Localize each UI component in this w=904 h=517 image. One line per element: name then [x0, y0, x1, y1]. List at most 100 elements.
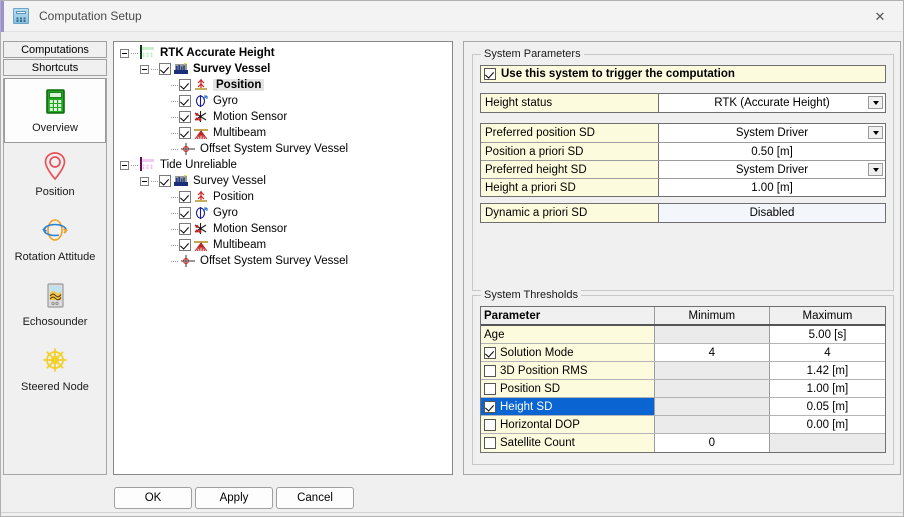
sd-field-row[interactable]: Preferred height SDSystem Driver: [481, 160, 885, 178]
tree-node[interactable]: Offset System Survey Vessel: [114, 253, 452, 269]
threshold-checkbox[interactable]: [484, 437, 496, 449]
tree-node-checkbox[interactable]: [159, 63, 171, 75]
tree-expander-collapse-icon[interactable]: [120, 161, 129, 170]
tree-node[interactable]: Survey Vessel: [114, 61, 452, 77]
dialog-buttons: OK Apply Cancel: [1, 487, 903, 515]
chevron-down-icon[interactable]: [868, 163, 883, 176]
sidebar-item-steered-node[interactable]: Steered Node: [4, 338, 106, 403]
height-status-row[interactable]: Height status RTK (Accurate Height): [481, 94, 885, 112]
system-parameters-group: System Parameters Use this system to tri…: [472, 54, 894, 291]
tree-node[interactable]: Offset System Survey Vessel: [114, 141, 452, 157]
thresholds-row[interactable]: Solution Mode44: [481, 344, 885, 362]
threshold-minimum-cell[interactable]: 0: [655, 434, 770, 452]
threshold-parameter-cell[interactable]: 3D Position RMS: [481, 362, 655, 379]
tree-node[interactable]: Motion Sensor: [114, 221, 452, 237]
thresholds-row[interactable]: Horizontal DOP 0.00 [m]: [481, 416, 885, 434]
threshold-minimum-cell[interactable]: [655, 398, 770, 415]
sidebar-item-rotation-attitude[interactable]: Rotation Attitude: [4, 208, 106, 273]
tree-node-checkbox[interactable]: [179, 95, 191, 107]
tree-node-checkbox[interactable]: [179, 191, 191, 203]
computation-tree[interactable]: RTK Accurate HeightSurvey VesselPosition…: [113, 41, 453, 475]
sd-field-row[interactable]: Preferred position SDSystem Driver: [481, 124, 885, 142]
cancel-button[interactable]: Cancel: [276, 487, 354, 509]
sd-field-label: Preferred position SD: [481, 124, 659, 142]
tree-node[interactable]: Survey Vessel: [114, 173, 452, 189]
ok-button[interactable]: OK: [114, 487, 192, 509]
chevron-down-icon[interactable]: [868, 126, 883, 139]
tree-node-checkbox[interactable]: [179, 223, 191, 235]
sd-field-value[interactable]: 1.00 [m]: [659, 179, 885, 196]
tree-node-checkbox[interactable]: [179, 239, 191, 251]
sidebar-tab-shortcuts[interactable]: Shortcuts: [3, 59, 107, 76]
tree-node[interactable]: Gyro: [114, 205, 452, 221]
tree-expander-collapse-icon[interactable]: [140, 65, 149, 74]
threshold-maximum-cell[interactable]: 4: [770, 344, 885, 361]
threshold-parameter-cell[interactable]: Satellite Count: [481, 434, 655, 452]
threshold-checkbox[interactable]: [484, 365, 496, 377]
chevron-down-icon[interactable]: [868, 96, 883, 109]
threshold-checkbox[interactable]: [484, 383, 496, 395]
sidebar-item-overview[interactable]: Overview: [4, 78, 106, 143]
calculator-icon: [13, 8, 29, 24]
tree-node[interactable]: Position: [114, 77, 452, 93]
threshold-parameter-cell[interactable]: Solution Mode: [481, 344, 655, 361]
tree-node[interactable]: Multibeam: [114, 125, 452, 141]
threshold-checkbox[interactable]: [484, 419, 496, 431]
tree-connector: [151, 69, 159, 70]
tree-node-checkbox[interactable]: [179, 207, 191, 219]
tree-node-checkbox[interactable]: [179, 79, 191, 91]
sd-field-value[interactable]: System Driver: [659, 124, 885, 142]
rotation-icon: [38, 214, 72, 248]
sd-field-row[interactable]: Position a priori SD0.50 [m]: [481, 142, 885, 160]
tree-node[interactable]: Gyro: [114, 93, 452, 109]
threshold-maximum-cell[interactable]: 1.42 [m]: [770, 362, 885, 379]
tree-node-checkbox[interactable]: [179, 111, 191, 123]
threshold-parameter-cell[interactable]: Height SD: [481, 398, 655, 415]
tree-node[interactable]: Tide Unreliable: [114, 157, 452, 173]
trigger-computation-checkbox[interactable]: [484, 68, 496, 80]
thresholds-row[interactable]: 3D Position RMS 1.42 [m]: [481, 362, 885, 380]
thresholds-row[interactable]: Satellite Count0: [481, 434, 885, 452]
threshold-minimum-cell[interactable]: [655, 362, 770, 379]
threshold-parameter-cell[interactable]: Horizontal DOP: [481, 416, 655, 433]
thresholds-row[interactable]: Position SD 1.00 [m]: [481, 380, 885, 398]
threshold-checkbox[interactable]: [484, 347, 496, 359]
thresholds-table[interactable]: ParameterMinimumMaximumAge5.00 [s]Soluti…: [480, 306, 886, 453]
threshold-maximum-cell[interactable]: 5.00 [s]: [770, 326, 885, 343]
threshold-maximum-cell[interactable]: 0.05 [m]: [770, 398, 885, 415]
close-icon[interactable]: ✕: [857, 1, 903, 32]
threshold-maximum-cell[interactable]: [770, 434, 885, 452]
tree-node-checkbox[interactable]: [159, 175, 171, 187]
tree-node[interactable]: RTK Accurate Height: [114, 45, 452, 61]
tree-node[interactable]: Position: [114, 189, 452, 205]
threshold-parameter-cell[interactable]: Position SD: [481, 380, 655, 397]
right-panel: System Parameters Use this system to tri…: [463, 41, 901, 475]
threshold-parameter-cell[interactable]: Age: [481, 326, 655, 343]
sidebar-tab-computations[interactable]: Computations: [3, 41, 107, 58]
thresholds-row[interactable]: Age 5.00 [s]: [481, 326, 885, 344]
sd-field-row[interactable]: Height a priori SD1.00 [m]: [481, 178, 885, 196]
tree-node[interactable]: Multibeam: [114, 237, 452, 253]
sd-field-value[interactable]: 0.50 [m]: [659, 143, 885, 160]
sidebar-item-position[interactable]: Position: [4, 143, 106, 208]
sidebar-item-echosounder[interactable]: Echosounder: [4, 273, 106, 338]
threshold-minimum-cell[interactable]: 4: [655, 344, 770, 361]
tree-node-label: Gyro: [213, 207, 238, 219]
tree-expander-collapse-icon[interactable]: [120, 49, 129, 58]
threshold-maximum-cell[interactable]: 0.00 [m]: [770, 416, 885, 433]
threshold-minimum-cell[interactable]: [655, 416, 770, 433]
threshold-checkbox[interactable]: [484, 401, 496, 413]
tree-node-checkbox[interactable]: [179, 127, 191, 139]
gyro-icon: [193, 94, 209, 108]
sidebar: Computations Shortcuts Overview: [3, 41, 107, 475]
thresholds-row[interactable]: Height SD 0.05 [m]: [481, 398, 885, 416]
threshold-minimum-cell[interactable]: [655, 326, 770, 343]
tree-expander-collapse-icon[interactable]: [140, 177, 149, 186]
trigger-computation-row[interactable]: Use this system to trigger the computati…: [480, 65, 886, 83]
height-status-value[interactable]: RTK (Accurate Height): [659, 94, 885, 112]
sd-field-value[interactable]: System Driver: [659, 161, 885, 178]
tree-node[interactable]: Motion Sensor: [114, 109, 452, 125]
threshold-maximum-cell[interactable]: 1.00 [m]: [770, 380, 885, 397]
threshold-minimum-cell[interactable]: [655, 380, 770, 397]
apply-button[interactable]: Apply: [195, 487, 273, 509]
